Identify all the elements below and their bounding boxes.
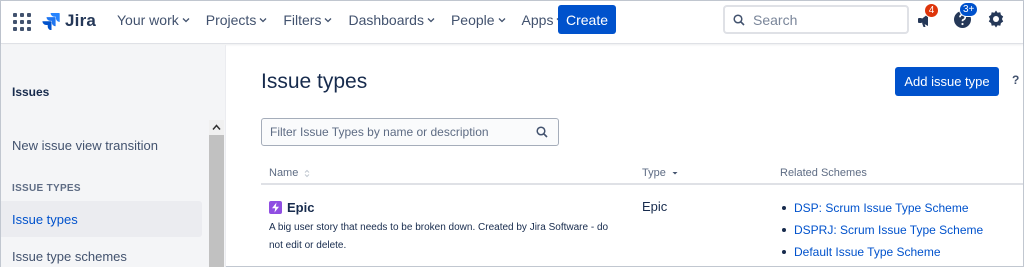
chevron-down-icon [498, 18, 506, 23]
chevron-down-icon [427, 18, 435, 23]
help-badge: 3+ [959, 2, 979, 17]
filter-input[interactable] [270, 125, 530, 139]
nav-label: Filters [283, 12, 322, 28]
table-header-divider [261, 183, 1023, 185]
search-input[interactable] [753, 11, 893, 28]
search-icon [536, 126, 548, 138]
add-issue-type-button[interactable]: Add issue type [895, 67, 999, 96]
sidebar-heading: Issues [12, 85, 50, 99]
issue-type-name[interactable]: Epic [287, 200, 314, 215]
notifications-button[interactable]: 4 [914, 3, 939, 30]
jira-logo[interactable]: Jira [42, 11, 96, 31]
page-title: Issue types [261, 70, 368, 93]
nav-menu: Your work Projects Filters Dashboards Pe… [109, 1, 572, 39]
jira-logo-icon [42, 13, 60, 30]
scheme-link[interactable]: DSPRJ: Scrum Issue Type Scheme [782, 219, 983, 241]
sidebar-item-new-issue-view-transition[interactable]: New issue view transition [12, 138, 158, 153]
nav-label: People [450, 12, 495, 28]
create-button[interactable]: Create [558, 5, 616, 34]
chevron-down-icon [324, 18, 332, 23]
scroll-up-arrow-icon[interactable] [212, 123, 221, 132]
column-header-type[interactable]: Type [642, 167, 679, 179]
nav-label: Apps [521, 12, 554, 28]
nav-label: Your work [117, 12, 179, 28]
nav-label: Dashboards [348, 12, 424, 28]
chevron-down-icon [259, 18, 267, 23]
help-button[interactable]: 3+ [951, 2, 979, 30]
gear-icon [988, 10, 1004, 28]
nav-people[interactable]: People [443, 4, 514, 36]
sort-neutral-icon [304, 169, 310, 177]
sort-descending-icon [672, 172, 678, 175]
filter-box[interactable] [261, 118, 559, 146]
settings-button[interactable] [985, 8, 1007, 30]
sidebar-item-label: Issue types [12, 212, 78, 227]
nav-filters[interactable]: Filters [275, 4, 340, 36]
sidebar-scrollbar[interactable] [209, 120, 224, 267]
issue-type-description: A big user story that needs to be broken… [269, 222, 609, 251]
search-box[interactable] [723, 5, 909, 34]
column-label: Related Schemes [780, 167, 867, 179]
notifications-badge: 4 [924, 3, 939, 18]
nav-your-work[interactable]: Your work [109, 4, 198, 36]
column-header-name[interactable]: Name [269, 167, 311, 179]
nav-label: Projects [205, 12, 257, 28]
nav-dashboards[interactable]: Dashboards [340, 4, 443, 36]
scrollbar-thumb[interactable] [209, 135, 224, 267]
top-navigation: Jira Your work Projects Filters Dashboar… [1, 1, 1023, 44]
nav-projects[interactable]: Projects [198, 4, 276, 36]
related-schemes-list: DSP: Scrum Issue Type Scheme DSPRJ: Scru… [782, 197, 983, 263]
search-icon [733, 13, 745, 26]
logo-text: Jira [65, 11, 97, 30]
sidebar: Issues New issue view transition ISSUE T… [1, 45, 226, 267]
help-link[interactable]: ? [1012, 73, 1019, 87]
column-header-related-schemes: Related Schemes [780, 167, 867, 179]
app-switcher-icon[interactable] [13, 13, 31, 31]
sidebar-item-issue-type-schemes[interactable]: Issue type schemes [12, 249, 127, 264]
sidebar-item-issue-types[interactable]: Issue types [1, 201, 202, 237]
issue-type-type: Epic [642, 199, 668, 214]
scheme-link[interactable]: Default Issue Type Scheme [782, 241, 983, 263]
chevron-down-icon [182, 18, 190, 23]
column-label: Name [269, 167, 299, 179]
sidebar-section-label: ISSUE TYPES [12, 183, 81, 194]
scheme-link[interactable]: DSP: Scrum Issue Type Scheme [782, 197, 983, 219]
column-label: Type [642, 167, 666, 179]
epic-icon [269, 201, 282, 214]
